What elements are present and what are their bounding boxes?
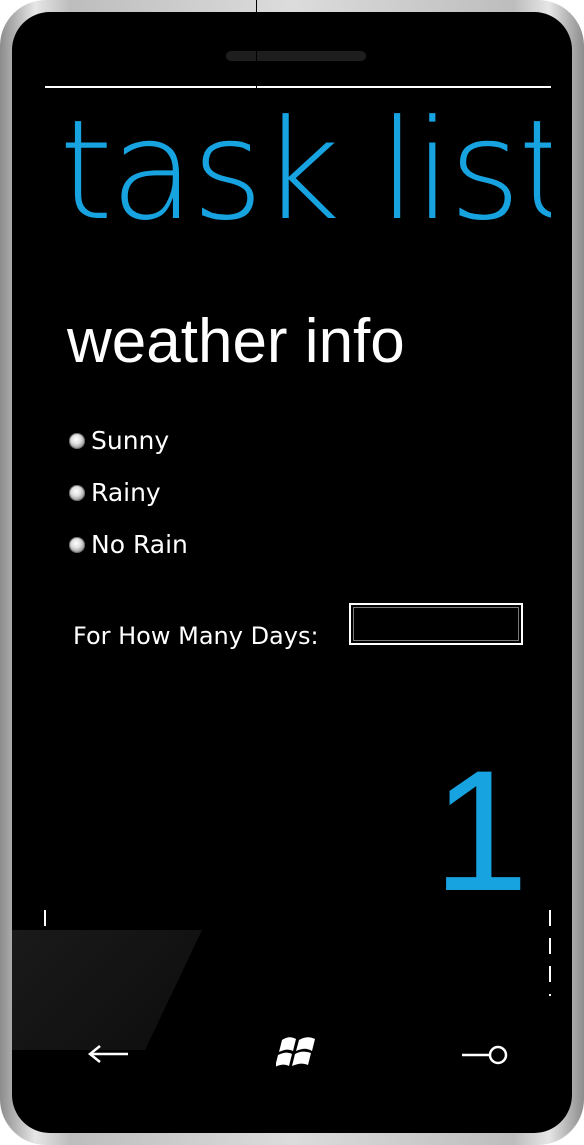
radio-button-icon[interactable] xyxy=(69,433,85,449)
radio-button-icon[interactable] xyxy=(69,485,85,501)
cable-line xyxy=(256,0,257,88)
radio-rainy[interactable]: Rainy xyxy=(69,473,161,513)
radio-sunny[interactable]: Sunny xyxy=(69,421,169,461)
app-title: task list xyxy=(59,90,551,251)
radio-label-rainy: Rainy xyxy=(91,478,161,507)
earpiece-speaker xyxy=(226,51,366,61)
search-icon[interactable] xyxy=(460,1042,508,1068)
back-arrow-icon[interactable] xyxy=(86,1040,130,1068)
radio-label-no-rain: No Rain xyxy=(91,530,188,559)
radio-label-sunny: Sunny xyxy=(91,426,170,455)
radio-button-icon[interactable] xyxy=(69,537,85,553)
windows-logo-icon[interactable] xyxy=(276,1034,318,1072)
hardware-nav-bar xyxy=(12,930,572,1120)
page-title: weather info xyxy=(67,307,405,376)
days-label: For How Many Days: xyxy=(73,622,319,650)
days-input[interactable] xyxy=(349,603,523,645)
phone-screen: task list weather info Sunny Rainy No Ra… xyxy=(45,86,551,996)
glass-sheen xyxy=(12,930,202,1050)
count-display: 1 xyxy=(433,735,529,927)
radio-no-rain[interactable]: No Rain xyxy=(69,525,188,565)
